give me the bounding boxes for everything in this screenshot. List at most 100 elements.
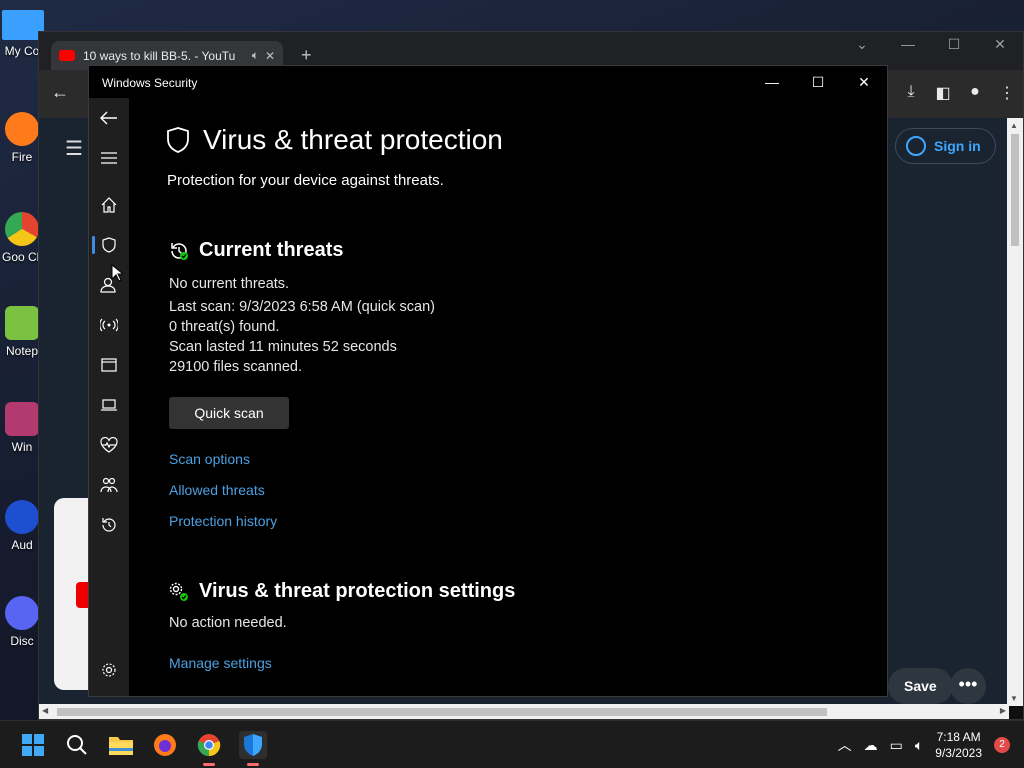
save-button[interactable]: Save [888,668,953,704]
discord-icon [5,596,39,630]
family-icon[interactable] [89,465,129,505]
file-explorer-icon[interactable] [107,731,135,759]
back-arrow-icon[interactable]: ← [51,82,69,103]
clock-time: 7:18 AM [936,730,981,744]
files-scanned-text: 29100 files scanned. [169,359,303,375]
window-controls: — ☐ ✕ [749,66,887,98]
back-arrow-icon[interactable] [89,98,129,138]
desktop-icon-winrar[interactable]: Win [2,402,42,454]
notepad-icon [5,306,39,340]
desktop-icon-firefox[interactable]: Fire [2,112,42,164]
sign-in-label: Sign in [934,138,981,154]
shield-icon [167,127,189,153]
minimize-icon[interactable]: — [749,66,795,98]
current-threats-title: Current threats [199,239,344,261]
person-icon [906,136,926,156]
clock-date: 9/3/2023 [935,746,982,760]
chrome-icon [5,212,39,246]
settings-heading: Virus & threat protection settings [169,580,515,603]
settings-gear-icon[interactable] [89,650,129,690]
window-title: Windows Security [102,76,198,90]
more-button[interactable]: ••• [950,668,986,704]
gear-check-icon [169,582,188,601]
scroll-up-icon[interactable]: ▲ [1010,121,1018,130]
scroll-thumb[interactable] [1011,134,1019,246]
profile-icon[interactable]: ● [965,83,985,103]
volume-icon[interactable]: 🔈︎ [915,737,923,754]
firefox-icon[interactable] [151,731,179,759]
tab-close-icon[interactable]: ✕ [265,49,275,63]
mouse-cursor-icon [111,264,123,282]
settings-title: Virus & threat protection settings [199,580,516,602]
sidebar-icon[interactable]: ◧ [933,83,953,103]
desktop-icon-chrome[interactable]: Goo Chr [2,212,42,264]
maximize-icon[interactable]: ☐ [795,66,841,98]
desktop-icon-my-computer[interactable]: My Co [2,10,44,58]
scan-options-link[interactable]: Scan options [169,451,250,467]
shield-icon[interactable] [89,225,129,265]
hamburger-icon[interactable]: ☰ [65,136,83,161]
browser-tools: ⤓ ◧ ● ⋮ [901,83,1017,103]
nav-rail [89,98,129,696]
account-protection-icon[interactable] [89,265,129,305]
protection-history-link[interactable]: Protection history [169,513,277,529]
main-content: Virus & threat protection Protection for… [129,98,887,696]
laptop-icon[interactable] [89,385,129,425]
network-icon[interactable]: ▭ [890,737,903,754]
windows-security-taskbar-icon[interactable] [239,731,267,766]
current-threats-heading: Current threats [169,239,343,262]
start-windows-icon[interactable] [19,731,47,759]
scan-clock-icon [171,242,188,260]
desktop-icon-audacity[interactable]: Aud [2,500,42,552]
title-bar: Windows Security — ☐ ✕ [89,66,887,98]
vertical-scrollbar[interactable]: ▲ ▼ [1007,118,1023,706]
audacity-icon [5,500,39,534]
tab-search-icon[interactable]: ⌄ [839,36,885,53]
close-icon[interactable]: ✕ [841,66,887,98]
hscroll-thumb[interactable] [57,708,827,716]
manage-settings-link[interactable]: Manage settings [169,655,272,671]
notification-badge[interactable]: 2 [994,737,1010,753]
page-header: Virus & threat protection [167,124,503,156]
search-icon[interactable] [63,731,91,759]
desktop-icon-discord[interactable]: Disc [2,596,42,648]
youtube-icon [59,50,75,61]
system-tray: ︿ ☁ ▭ 🔈︎ 7:18 AM 9/3/2023 2 [838,721,1024,768]
heart-pulse-icon[interactable] [89,425,129,465]
new-tab-icon[interactable]: + [301,45,312,66]
threats-found-text: 0 threat(s) found. [169,319,280,335]
taskbar: ︿ ☁ ▭ 🔈︎ 7:18 AM 9/3/2023 2 [0,720,1024,768]
firewall-icon[interactable] [89,305,129,345]
scroll-down-icon[interactable]: ▼ [1010,694,1018,703]
quick-scan-button[interactable]: Quick scan [169,397,289,429]
download-icon[interactable]: ⤓ [901,83,921,103]
kebab-menu-icon[interactable]: ⋮ [997,83,1017,103]
windows-security-window: Windows Security — ☐ ✕ Virus & threat pr… [88,65,888,697]
scroll-left-icon[interactable]: ◀ [42,706,48,715]
winrar-icon [5,402,39,436]
minimize-icon[interactable]: — [885,36,931,53]
desktop-icon-notepad[interactable]: Notep [2,306,42,358]
sign-in-button[interactable]: Sign in [895,128,996,164]
chrome-icon[interactable] [195,731,223,766]
clock[interactable]: 7:18 AM 9/3/2023 [935,729,982,761]
browser-window-controls: ⌄ — ☐ ✕ [839,36,1023,53]
page-subtitle: Protection for your device against threa… [167,172,444,189]
hamburger-icon[interactable] [89,138,129,178]
firefox-icon [5,112,39,146]
onedrive-off-icon[interactable]: ☁ [864,737,878,754]
app-browser-icon[interactable] [89,345,129,385]
home-icon[interactable] [89,185,129,225]
horizontal-scrollbar[interactable]: ◀ ▶ [39,704,1009,719]
maximize-icon[interactable]: ☐ [931,36,977,53]
allowed-threats-link[interactable]: Allowed threats [169,482,265,498]
last-scan-text: Last scan: 9/3/2023 6:58 AM (quick scan) [169,299,435,315]
chevron-up-icon[interactable]: ︿ [838,735,852,755]
history-icon[interactable] [89,505,129,545]
scan-duration-text: Scan lasted 11 minutes 52 seconds [169,339,397,355]
scroll-right-icon[interactable]: ▶ [1000,706,1006,715]
settings-status: No action needed. [169,615,287,631]
close-icon[interactable]: ✕ [977,36,1023,53]
page-title: Virus & threat protection [203,124,503,155]
speaker-icon[interactable]: 🔈︎ [252,48,259,63]
